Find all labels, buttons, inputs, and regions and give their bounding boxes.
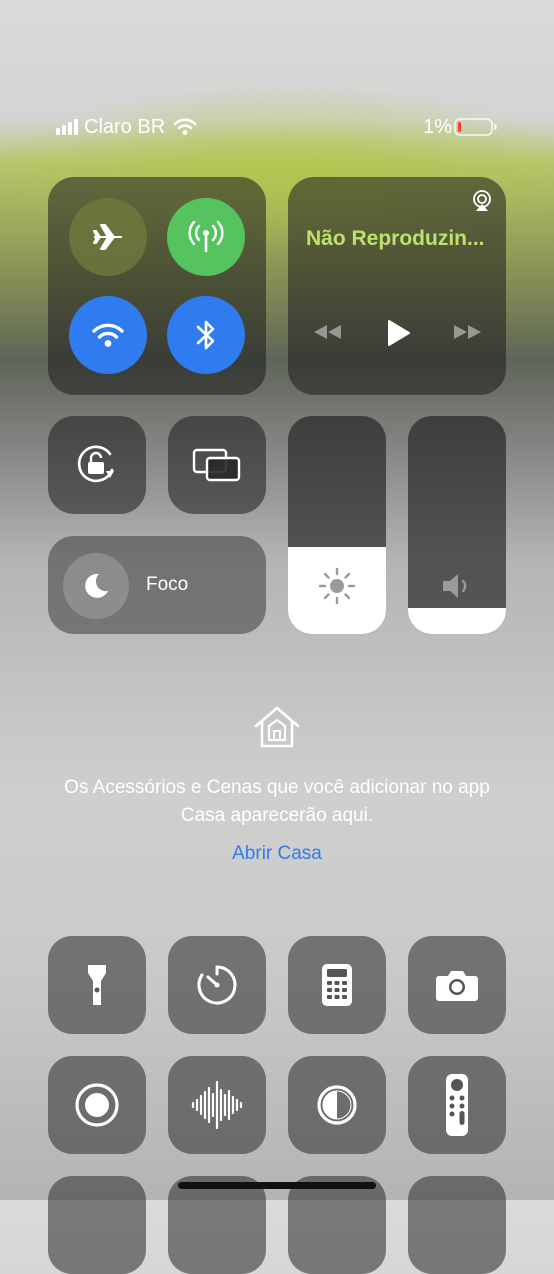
- focus-button[interactable]: Foco: [48, 536, 266, 634]
- shortcut-button-partial[interactable]: [288, 1176, 386, 1274]
- bluetooth-icon: [196, 320, 215, 350]
- now-playing-module[interactable]: Não Reproduzin...: [288, 177, 506, 395]
- battery-icon: [454, 118, 497, 136]
- screen-mirroring-icon: [192, 448, 241, 482]
- rewind-icon[interactable]: [312, 323, 344, 341]
- status-bar-right: 1%: [423, 112, 498, 142]
- cellular-antenna-icon: [188, 220, 224, 253]
- voice-memo-button[interactable]: [168, 1056, 266, 1154]
- wifi-toggle[interactable]: [69, 296, 147, 374]
- home-message-text: Os Acessórios e Cenas que você adicionar…: [64, 777, 490, 826]
- focus-label: Foco: [146, 574, 189, 595]
- brightness-icon: [318, 567, 356, 605]
- dark-mode-icon: [317, 1085, 357, 1125]
- speaker-icon: [443, 574, 467, 598]
- dark-mode-button[interactable]: [288, 1056, 386, 1154]
- now-playing-title: Não Reproduzin...: [306, 227, 485, 250]
- wifi-icon: [92, 323, 124, 347]
- moon-icon: [85, 573, 108, 598]
- camera-icon: [436, 971, 478, 1001]
- cellular-signal-icon: [56, 119, 78, 135]
- screen-record-icon: [75, 1083, 119, 1127]
- play-icon[interactable]: [386, 319, 412, 347]
- airplane-icon: [93, 224, 122, 250]
- shortcut-button-partial[interactable]: [48, 1176, 146, 1274]
- volume-slider[interactable]: [408, 416, 506, 634]
- screen-record-button[interactable]: [48, 1056, 146, 1154]
- flashlight-icon: [88, 965, 106, 1005]
- cellular-data-toggle[interactable]: [167, 198, 245, 276]
- voice-memo-icon: [191, 1080, 243, 1130]
- battery-percentage: 1%: [423, 115, 452, 138]
- timer-button[interactable]: [168, 936, 266, 1034]
- flashlight-button[interactable]: [48, 936, 146, 1034]
- shortcut-button-partial[interactable]: [408, 1176, 506, 1274]
- apple-tv-remote-button[interactable]: [408, 1056, 506, 1154]
- wifi-status-icon: [173, 118, 197, 135]
- screen-mirroring-button[interactable]: [168, 416, 266, 514]
- open-home-link[interactable]: Abrir Casa: [0, 840, 554, 868]
- brightness-slider[interactable]: [288, 416, 386, 634]
- volume-level: [408, 607, 506, 634]
- carrier-name: Claro BR: [84, 115, 166, 138]
- orientation-lock-button[interactable]: [48, 416, 146, 514]
- bluetooth-toggle[interactable]: [167, 296, 245, 374]
- shortcut-button-partial[interactable]: [168, 1176, 266, 1274]
- focus-icon-circle: [63, 553, 129, 619]
- calculator-button[interactable]: [288, 936, 386, 1034]
- connectivity-module: [48, 177, 266, 395]
- home-icon: [254, 706, 300, 748]
- fast-forward-icon[interactable]: [451, 323, 483, 341]
- calculator-icon: [322, 964, 352, 1006]
- home-empty-message: Os Acessórios e Cenas que você adicionar…: [0, 774, 554, 830]
- timer-icon: [197, 965, 237, 1005]
- apple-tv-remote-icon: [446, 1074, 468, 1136]
- airplane-mode-toggle[interactable]: [69, 198, 147, 276]
- status-bar-left: Claro BR: [56, 112, 197, 142]
- camera-button[interactable]: [408, 936, 506, 1034]
- airplay-icon[interactable]: [470, 189, 494, 213]
- orientation-lock-icon: [77, 445, 114, 483]
- home-indicator[interactable]: [178, 1182, 376, 1189]
